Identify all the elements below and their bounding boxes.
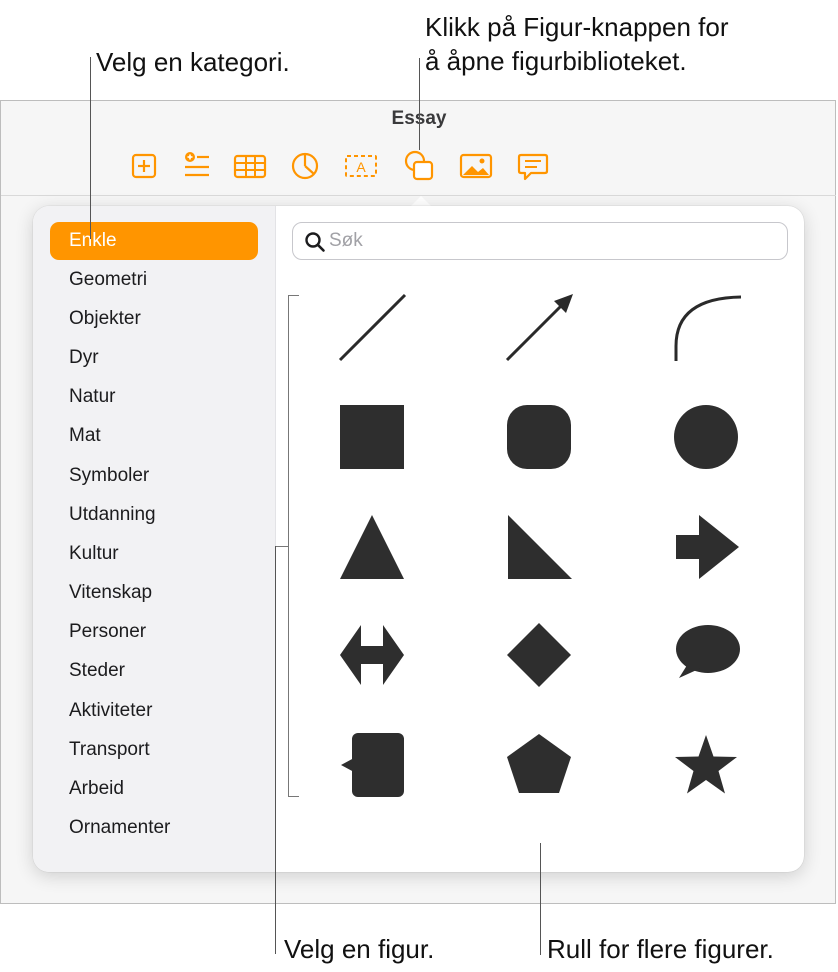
shape-line[interactable] bbox=[327, 290, 417, 380]
pentagon-shape-icon bbox=[507, 734, 571, 793]
category-personer[interactable]: Personer bbox=[50, 613, 258, 651]
shape-grid-bracket-tick bbox=[275, 546, 289, 547]
category-utdanning[interactable]: Utdanning bbox=[50, 496, 258, 534]
shape-curve[interactable] bbox=[661, 290, 751, 380]
callout-choose-category: Velg en kategori. bbox=[96, 47, 290, 77]
add-page-icon bbox=[131, 153, 157, 179]
shape-double-arrow[interactable] bbox=[327, 610, 417, 700]
shape-button[interactable] bbox=[401, 148, 437, 184]
category-transport[interactable]: Transport bbox=[50, 731, 258, 769]
shape-callout-square[interactable] bbox=[327, 720, 417, 810]
category-arbeid[interactable]: Arbeid bbox=[50, 770, 258, 808]
arrow-shape-icon bbox=[676, 515, 739, 579]
star-shape-icon bbox=[675, 735, 737, 794]
insert-list-icon bbox=[185, 152, 209, 177]
category-geometri[interactable]: Geometri bbox=[50, 261, 258, 299]
shape-diamond[interactable] bbox=[494, 610, 584, 700]
speech-bubble-shape-icon bbox=[676, 625, 740, 678]
table-icon bbox=[233, 154, 267, 179]
shape-triangle[interactable] bbox=[327, 509, 417, 599]
chart-icon bbox=[291, 152, 319, 180]
insert-list-button[interactable] bbox=[179, 148, 215, 184]
shape-pentagon[interactable] bbox=[494, 720, 584, 810]
category-objekter[interactable]: Objekter bbox=[50, 300, 258, 338]
rounded-square-shape-icon bbox=[507, 405, 571, 469]
chart-button[interactable] bbox=[287, 148, 323, 184]
double-arrow-shape-icon bbox=[340, 625, 404, 685]
diamond-shape-icon bbox=[507, 623, 571, 687]
category-aktiviteter[interactable]: Aktiviteter bbox=[50, 692, 258, 730]
callout-line-category bbox=[90, 57, 91, 239]
right-triangle-shape-icon bbox=[508, 515, 572, 579]
curve-shape-icon bbox=[674, 295, 742, 361]
comment-button[interactable] bbox=[515, 148, 551, 184]
line-shape-icon bbox=[338, 293, 407, 362]
category-mat[interactable]: Mat bbox=[50, 417, 258, 455]
svg-text:A: A bbox=[356, 159, 366, 175]
shape-star[interactable] bbox=[661, 720, 751, 810]
circle-shape-icon bbox=[674, 405, 738, 469]
shape-circle[interactable] bbox=[661, 392, 751, 482]
category-vitenskap[interactable]: Vitenskap bbox=[50, 574, 258, 612]
text-box-button[interactable]: A bbox=[343, 148, 379, 184]
category-symboler[interactable]: Symboler bbox=[50, 457, 258, 495]
shape-grid-bracket-bottom bbox=[288, 796, 299, 797]
arrow-line-shape-icon bbox=[505, 294, 573, 362]
category-natur[interactable]: Natur bbox=[50, 378, 258, 416]
callout-shape-button-line2: å åpne figurbiblioteket. bbox=[425, 46, 687, 76]
category-enkle[interactable]: Enkle bbox=[50, 222, 258, 260]
shape-speech-bubble[interactable] bbox=[661, 610, 751, 700]
search-icon bbox=[305, 232, 325, 252]
shape-library-popover: Enkle Geometri Objekter Dyr Natur Mat Sy… bbox=[33, 206, 804, 872]
media-icon bbox=[459, 153, 493, 179]
search-input[interactable] bbox=[329, 224, 769, 258]
shape-arrow[interactable] bbox=[661, 509, 751, 599]
category-ornamenter[interactable]: Ornamenter bbox=[50, 809, 258, 847]
category-dyr[interactable]: Dyr bbox=[50, 339, 258, 377]
category-steder[interactable]: Steder bbox=[50, 652, 258, 690]
shape-grid-bracket-top bbox=[288, 295, 299, 296]
triangle-shape-icon bbox=[340, 515, 404, 579]
text-box-icon: A bbox=[345, 155, 377, 177]
callout-shape-button-line1: Klikk på Figur-knappen for bbox=[425, 12, 729, 42]
callout-square-shape-icon bbox=[341, 733, 404, 797]
callout-line-choose-shape bbox=[275, 546, 276, 954]
add-page-button[interactable] bbox=[126, 148, 162, 184]
category-sidebar: Enkle Geometri Objekter Dyr Natur Mat Sy… bbox=[33, 206, 276, 872]
shape-rounded-square[interactable] bbox=[494, 392, 584, 482]
media-button[interactable] bbox=[458, 148, 494, 184]
shape-arrow-line[interactable] bbox=[494, 290, 584, 380]
comment-icon bbox=[517, 153, 549, 181]
category-kultur[interactable]: Kultur bbox=[50, 535, 258, 573]
shape-square[interactable] bbox=[327, 392, 417, 482]
callout-line-scroll bbox=[540, 843, 541, 955]
shape-right-triangle[interactable] bbox=[494, 509, 584, 599]
square-shape-icon bbox=[340, 405, 404, 469]
table-button[interactable] bbox=[232, 148, 268, 184]
shape-icon bbox=[404, 150, 434, 181]
callout-choose-shape: Velg en figur. bbox=[284, 934, 435, 964]
callout-line-shape-button bbox=[419, 58, 420, 150]
search-field[interactable] bbox=[292, 222, 788, 260]
callout-scroll-more: Rull for flere figurer. bbox=[547, 934, 774, 964]
